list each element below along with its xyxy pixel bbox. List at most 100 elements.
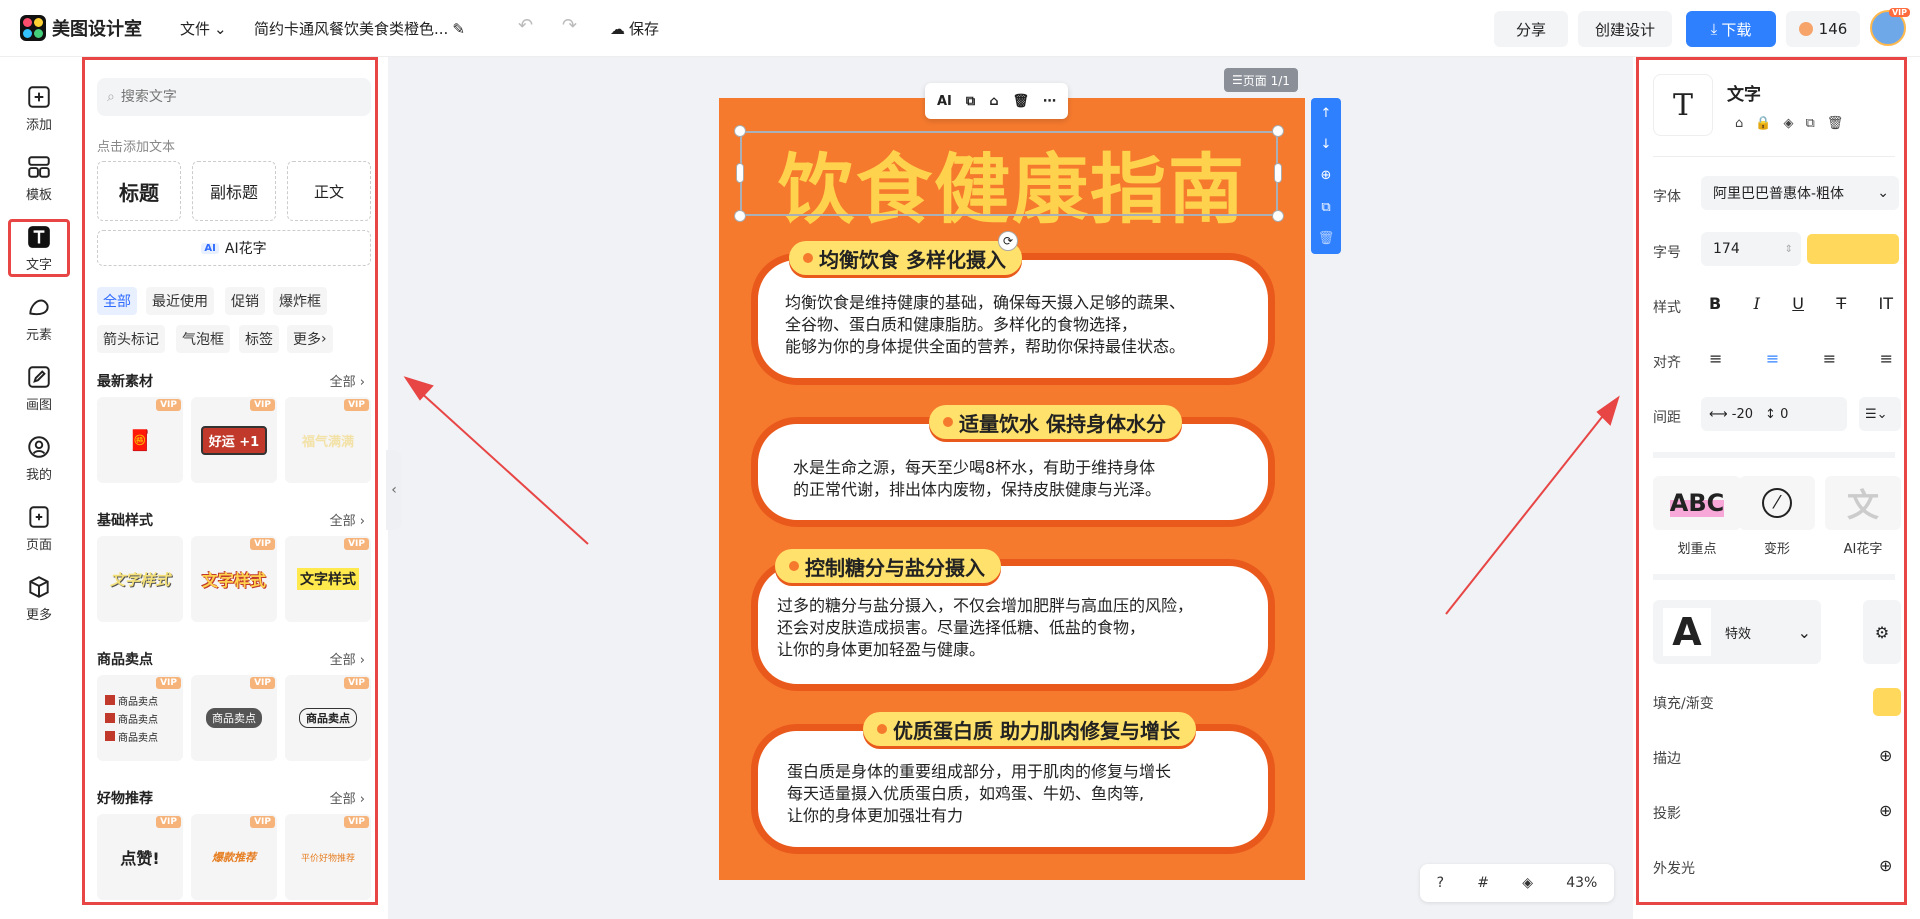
selling-thumb[interactable]: VIP 商品卖点 商品卖点 商品卖点 xyxy=(97,675,183,761)
align-center-icon[interactable]: ≡ xyxy=(1766,349,1779,368)
font-select[interactable]: 阿里巴巴普惠体-粗体 ⌄ xyxy=(1701,176,1899,210)
text-color-swatch[interactable] xyxy=(1807,234,1899,264)
resize-handle[interactable] xyxy=(734,210,746,222)
save-button[interactable]: ☁ 保存 xyxy=(610,18,659,39)
underline-icon[interactable]: U xyxy=(1792,294,1804,313)
effect-ai-flower[interactable]: 文 xyxy=(1825,476,1901,530)
resize-handle[interactable] xyxy=(1274,163,1282,183)
nav-add[interactable]: 添加 xyxy=(8,79,70,137)
align-right-icon[interactable]: ≡ xyxy=(1823,349,1836,368)
format-painter-icon[interactable]: ⌂ xyxy=(989,94,998,109)
avatar[interactable]: VIP xyxy=(1870,8,1910,46)
vertical-text-icon[interactable]: IT xyxy=(1878,294,1893,313)
selling-thumb[interactable]: VIP 商品卖点 xyxy=(285,675,371,761)
effects-settings-button[interactable]: ⚙ xyxy=(1863,600,1901,664)
material-thumb[interactable]: VIP 好运 +1 xyxy=(191,397,277,483)
section-all-recommend[interactable]: 全部 › xyxy=(330,788,365,807)
help-icon[interactable]: ? xyxy=(1437,875,1444,891)
tag-all[interactable]: 全部 xyxy=(97,287,137,315)
effects-select[interactable]: A 特效 ⌄ xyxy=(1653,600,1821,664)
add-body-button[interactable]: 正文 xyxy=(287,161,371,221)
page-indicator[interactable]: ☰ 页面 1/1 xyxy=(1224,68,1298,92)
arrow-up-icon[interactable]: ↑ xyxy=(1321,106,1332,121)
selection-box[interactable] xyxy=(740,131,1278,216)
section-all-basic[interactable]: 全部 › xyxy=(330,510,365,529)
collapse-panel-handle[interactable]: ‹ xyxy=(386,450,402,530)
effect-highlight[interactable]: ABC xyxy=(1653,476,1741,530)
more-icon[interactable]: ⋯ xyxy=(1043,94,1056,109)
file-menu[interactable]: 文件 ⌄ xyxy=(180,18,227,39)
section-all-latest[interactable]: 全部 › xyxy=(330,371,365,390)
card-1-heading[interactable]: 均衡饮食 多样化摄入 xyxy=(789,241,1022,275)
search-box[interactable]: ⌕ xyxy=(97,78,371,116)
grid-icon[interactable]: # xyxy=(1477,875,1489,891)
zoom-level[interactable]: 43% xyxy=(1566,875,1597,891)
card-4-heading[interactable]: 优质蛋白质 助力肌肉修复与增长 xyxy=(863,712,1196,746)
ai-tool-button[interactable]: AI xyxy=(937,94,952,109)
card-2-heading[interactable]: 适量饮水 保持身体水分 xyxy=(929,405,1182,439)
rotate-handle[interactable]: ⟳ xyxy=(998,231,1018,251)
ai-flower-button[interactable]: AI AI花字 xyxy=(97,230,371,266)
add-heading-button[interactable]: 标题 xyxy=(97,161,181,221)
tag-promo[interactable]: 促销 xyxy=(225,287,265,315)
section-all-selling[interactable]: 全部 › xyxy=(330,649,365,668)
tag-more[interactable]: 更多 › xyxy=(287,325,333,353)
tag-bubble[interactable]: 气泡框 xyxy=(176,325,230,353)
resize-handle[interactable] xyxy=(1272,210,1284,222)
tag-burst[interactable]: 爆炸框 xyxy=(273,287,327,315)
recommend-thumb[interactable]: VIP 平价好物推荐 xyxy=(285,814,371,900)
tag-label[interactable]: 标签 xyxy=(239,325,279,353)
nav-element[interactable]: 元素 xyxy=(8,289,70,347)
edit-icon[interactable]: ✎ xyxy=(452,20,465,38)
copy-icon[interactable]: ⧉ xyxy=(1805,116,1814,131)
duplicate-icon[interactable]: ⧉ xyxy=(966,94,975,109)
redo-icon[interactable]: ↷ xyxy=(562,15,577,36)
add-glow-icon[interactable]: ⊕ xyxy=(1879,856,1892,875)
effect-transform[interactable]: ⁄ xyxy=(1739,476,1815,530)
resize-handle[interactable] xyxy=(736,163,744,183)
align-left-icon[interactable]: ≡ xyxy=(1709,349,1722,368)
fill-color-swatch[interactable] xyxy=(1873,688,1901,716)
download-button[interactable]: ⤓ 下载 xyxy=(1686,11,1776,47)
add-subheading-button[interactable]: 副标题 xyxy=(192,161,276,221)
material-thumb[interactable]: VIP 🧧 xyxy=(97,397,183,483)
create-design-button[interactable]: 创建设计 xyxy=(1578,11,1672,47)
selling-thumb[interactable]: VIP 商品卖点 xyxy=(191,675,277,761)
trash-icon[interactable]: 🗑 xyxy=(1318,231,1335,246)
tag-recent[interactable]: 最近使用 xyxy=(146,287,214,315)
nav-template[interactable]: 模板 xyxy=(8,149,70,207)
add-stroke-icon[interactable]: ⊕ xyxy=(1879,746,1892,765)
layers-icon[interactable]: ◈ xyxy=(1783,116,1793,131)
nav-draw[interactable]: 画图 xyxy=(8,359,70,417)
add-shadow-icon[interactable]: ⊕ xyxy=(1879,801,1892,820)
style-thumb[interactable]: VIP 文字样式 xyxy=(285,536,371,622)
search-input[interactable] xyxy=(120,89,341,105)
strikethrough-icon[interactable]: T xyxy=(1836,294,1846,313)
card-1-text[interactable]: 均衡饮食是维持健康的基础，确保每天摄入足够的蔬果、 全谷物、蛋白质和健康脂肪。多… xyxy=(785,292,1185,358)
spacing-inputs[interactable]: ⟷ -20 ↕ 0 xyxy=(1701,397,1847,431)
material-thumb[interactable]: VIP 福气满满 xyxy=(285,397,371,483)
format-painter-icon[interactable]: ⌂ xyxy=(1735,116,1743,131)
card-4-text[interactable]: 蛋白质是身体的重要组成部分，用于肌肉的修复与增长 每天适量摄入优质蛋白质，如鸡蛋… xyxy=(787,761,1171,827)
stepper-icon[interactable]: ⇕ xyxy=(1785,244,1793,255)
credits-button[interactable]: 146 xyxy=(1786,11,1860,47)
style-thumb[interactable]: VIP 文字样式 xyxy=(191,536,277,622)
recommend-thumb[interactable]: VIP 点赞! xyxy=(97,814,183,900)
card-3-heading[interactable]: 控制糖分与盐分摄入 xyxy=(775,549,1001,583)
arrow-down-icon[interactable]: ↓ xyxy=(1321,137,1332,152)
resize-handle[interactable] xyxy=(734,125,746,137)
nav-text[interactable]: 文字 xyxy=(8,219,70,277)
recommend-thumb[interactable]: VIP 爆款推荐 xyxy=(191,814,277,900)
letter-spacing-input[interactable]: ⟷ -20 xyxy=(1709,407,1753,422)
nav-page[interactable]: 页面 xyxy=(8,499,70,557)
list-style-select[interactable]: ☰⌄ xyxy=(1859,397,1901,431)
tag-arrow[interactable]: 箭头标记 xyxy=(97,325,165,353)
nav-mine[interactable]: 我的 xyxy=(8,429,70,487)
line-spacing-input[interactable]: ↕ 0 xyxy=(1765,407,1788,422)
size-input[interactable]: 174 ⇕ xyxy=(1701,232,1801,266)
app-logo[interactable]: 美图设计室 xyxy=(20,15,142,41)
layers-icon[interactable]: ◈ xyxy=(1522,875,1533,891)
resize-handle[interactable] xyxy=(1272,125,1284,137)
italic-icon[interactable]: I xyxy=(1754,294,1760,313)
copy-icon[interactable]: ⧉ xyxy=(1321,200,1330,215)
